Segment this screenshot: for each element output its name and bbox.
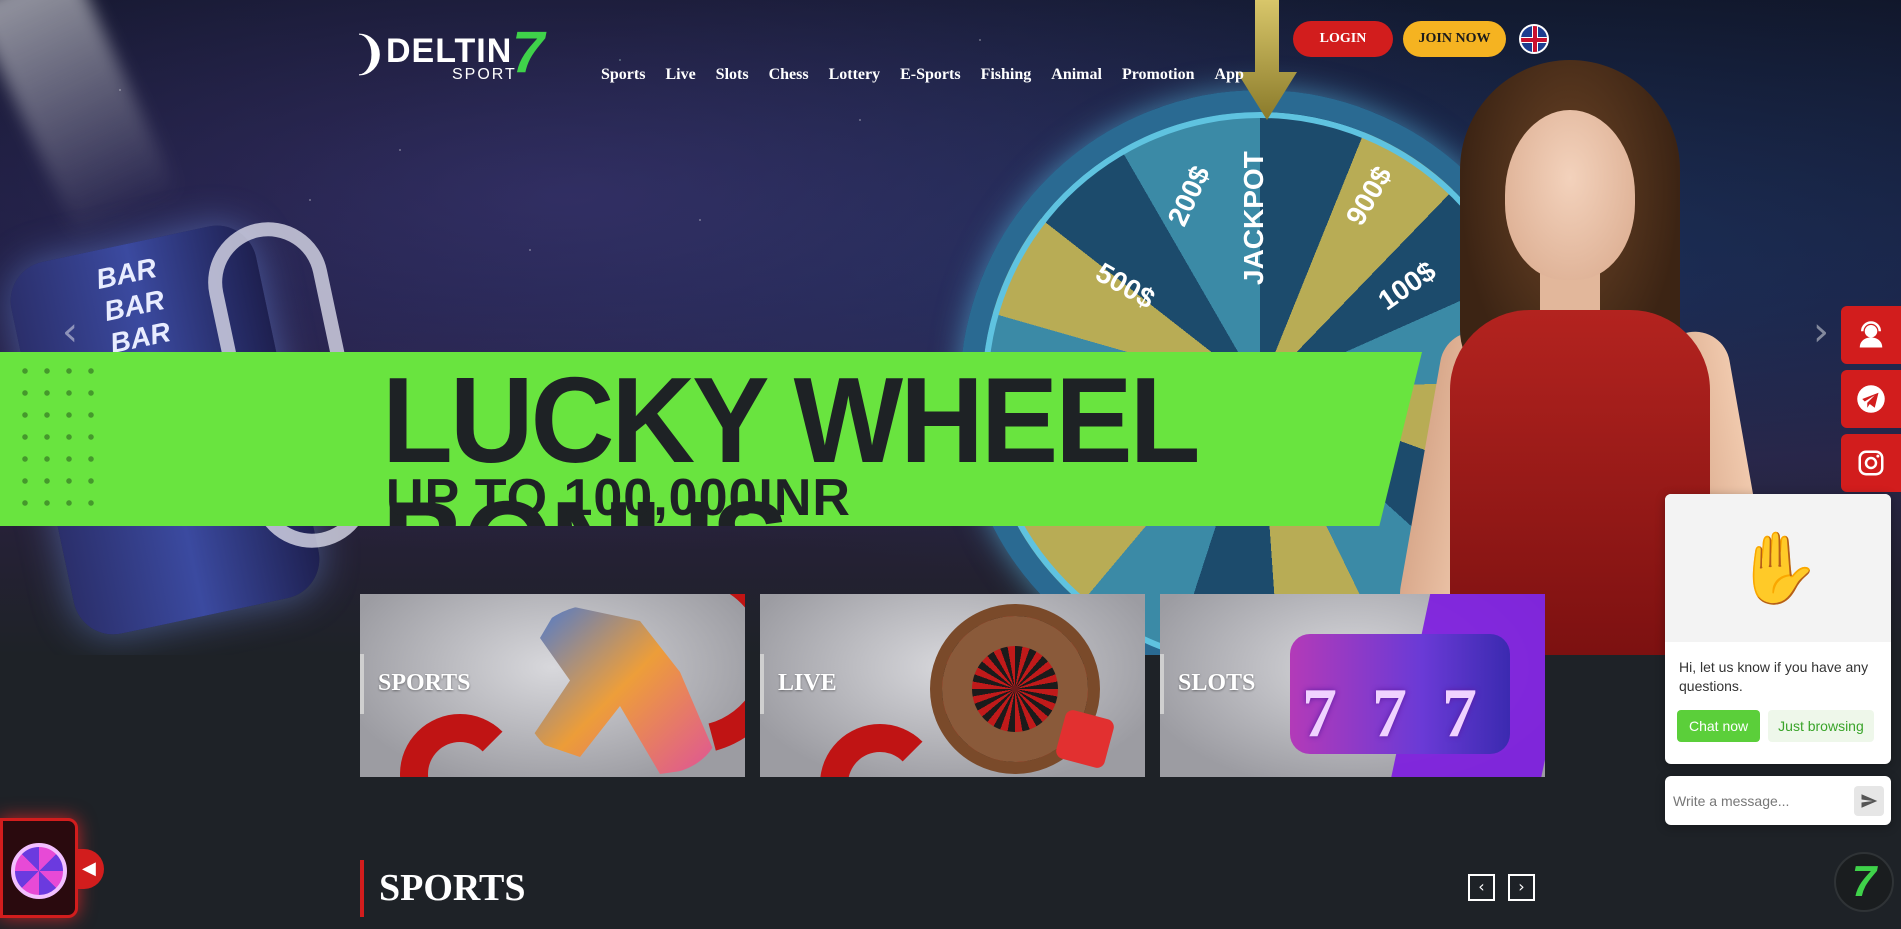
send-button[interactable] <box>1854 786 1884 816</box>
main-nav: Sports Live Slots Chess Lottery E-Sports… <box>601 66 1244 84</box>
section-prev-button[interactable]: ‹ <box>1468 874 1495 901</box>
category-card-sports[interactable]: SPORTS <box>360 594 745 777</box>
nav-item-lottery[interactable]: Lottery <box>829 66 881 84</box>
waving-hand-icon: ✋ <box>1734 527 1822 609</box>
instagram-button[interactable] <box>1841 434 1901 492</box>
cricketer-logo-icon: ❩ <box>350 26 389 80</box>
chat-greeting: Hi, let us know if you have any question… <box>1679 659 1869 694</box>
just-browsing-button[interactable]: Just browsing <box>1768 710 1874 742</box>
section-accent-bar <box>360 860 364 917</box>
instagram-icon <box>1858 450 1884 476</box>
nav-item-animal[interactable]: Animal <box>1051 66 1102 84</box>
login-button[interactable]: LOGIN <box>1293 21 1393 57</box>
section-title: SPORTS <box>379 867 526 909</box>
slot-machine-illustration: 7 7 7 <box>1290 634 1510 754</box>
uk-flag-icon[interactable] <box>1519 24 1549 54</box>
nav-item-esports[interactable]: E-Sports <box>900 66 960 84</box>
brand-badge-number: 7 <box>1851 857 1877 906</box>
banner-subtitle: UP TO 100,000INR <box>386 469 851 527</box>
site-logo[interactable]: ❩ DELTIN 7 SPORT <box>350 24 560 86</box>
chat-message-input[interactable] <box>1673 788 1843 814</box>
nav-item-app[interactable]: App <box>1215 66 1244 84</box>
category-card-slots[interactable]: 7 7 7 SLOTS <box>1160 594 1545 777</box>
support-agent-icon <box>1859 321 1883 348</box>
carousel-prev-icon[interactable]: ‹ <box>62 312 92 352</box>
mini-wheel-icon <box>11 843 67 899</box>
telegram-icon <box>1857 385 1885 413</box>
join-now-button[interactable]: JOIN NOW <box>1403 21 1506 57</box>
chat-popup: ✋ Hi, let us know if you have any questi… <box>1665 494 1891 764</box>
support-agent-button[interactable] <box>1841 306 1901 364</box>
category-label: SPORTS <box>378 670 471 696</box>
collapse-arrow-icon[interactable]: ◀ <box>78 849 104 889</box>
nav-item-fishing[interactable]: Fishing <box>981 66 1032 84</box>
section-next-button[interactable]: › <box>1508 874 1535 901</box>
category-label: LIVE <box>778 670 837 696</box>
promo-banner-strip: LUCKY WHEEL BONUS UP TO 100,000INR <box>0 352 1422 526</box>
chat-now-button[interactable]: Chat now <box>1677 710 1761 742</box>
brand-badge-button[interactable]: 7 <box>1834 852 1894 912</box>
logo-number: 7 <box>512 20 545 85</box>
nav-item-sports[interactable]: Sports <box>601 66 645 84</box>
nav-item-chess[interactable]: Chess <box>769 66 809 84</box>
telegram-button[interactable] <box>1841 370 1901 428</box>
category-label: SLOTS <box>1178 670 1256 696</box>
dot-pattern <box>14 360 104 510</box>
nav-item-promotion[interactable]: Promotion <box>1122 66 1195 84</box>
hero-banner[interactable]: BAR BAR BAR JACKPOT 200$ 900$ 500$ 100$ … <box>0 0 1901 655</box>
chat-input-bar <box>1665 776 1891 825</box>
wheel-label-jackpot: JACKPOT <box>1238 151 1269 285</box>
lucky-wheel-widget[interactable] <box>0 818 78 918</box>
nav-item-live[interactable]: Live <box>665 66 695 84</box>
logo-subtext: SPORT <box>452 66 517 83</box>
category-card-live[interactable]: LIVE <box>760 594 1145 777</box>
carousel-next-icon[interactable]: › <box>1813 312 1843 352</box>
nav-item-slots[interactable]: Slots <box>716 66 749 84</box>
send-icon <box>1861 794 1878 808</box>
